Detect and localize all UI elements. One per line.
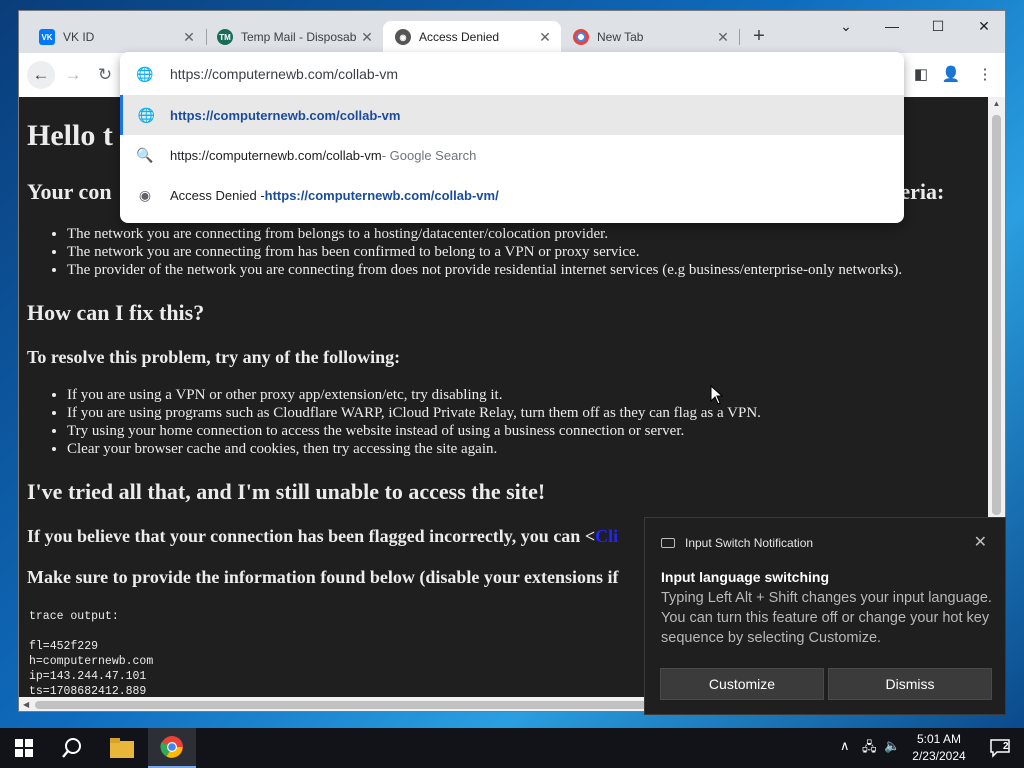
scroll-left-icon[interactable]: ◀ [23,697,29,711]
new-tab-button[interactable]: + [747,25,771,49]
chrome-icon [573,29,589,45]
search-icon: 🔍 [136,146,154,163]
keyboard-icon [661,538,675,548]
chrome-icon [160,736,183,758]
clock-time: 5:01 AM [916,732,962,746]
tab-vk-id[interactable]: VK VK ID ✕ [27,21,205,53]
close-tab-icon[interactable]: ✕ [715,29,731,46]
minimize-button[interactable]: — [869,11,915,41]
suggestion-text: https://computernewb.com/collab-vm [170,147,382,163]
search-button[interactable] [48,728,96,768]
close-icon[interactable]: ✕ [974,532,987,552]
close-tab-icon[interactable]: ✕ [359,29,375,46]
list-item: Try using your home connection to access… [67,422,761,440]
clock-date: 2/23/2024 [912,749,966,763]
trace-output: trace output: fl=452f229 h=computernewb.… [29,610,154,697]
resolve-heading: To resolve this problem, try any of the … [27,347,401,367]
criteria-heading: Your con [27,179,112,204]
list-item: The network you are connecting from has … [67,243,902,261]
notification-app-name: Input Switch Notification [685,536,814,550]
file-explorer-button[interactable] [98,728,146,768]
tab-strip: VK VK ID ✕ TM Temp Mail - Disposab ✕ ◉ A… [19,11,1005,53]
fix-list: If you are using a VPN or other proxy ap… [67,386,761,458]
mouse-cursor-icon [710,385,724,405]
chrome-taskbar-button[interactable] [148,728,196,768]
list-item: Clear your browser cache and cookies, th… [67,440,761,458]
reload-button[interactable]: ↻ [91,61,119,89]
flagged-text: If you believe that your connection has … [27,526,618,547]
omnibox-dropdown: 🌐 https://computernewb.com/collab-vm 🌐 h… [120,52,904,223]
tab-title: Temp Mail - Disposab [241,30,357,44]
notification-body: Typing Left Alt + Shift changes your inp… [661,590,992,646]
input-switch-notification: Input Switch Notification ✕ Input langua… [644,517,1006,715]
globe-icon: 🌐 [137,106,156,123]
contact-link[interactable]: Cli [595,526,618,546]
tempmail-logo-icon: TM [217,29,233,45]
tab-title: Access Denied [419,30,500,44]
page-heading: Hello t [27,119,113,152]
forward-button[interactable]: → [59,61,87,89]
tab-title: New Tab [597,30,644,44]
scroll-up-icon[interactable]: ▲ [988,99,1005,108]
tab-separator [739,29,740,45]
network-icon[interactable]: 🖧 [862,738,877,760]
search-icon [62,738,81,758]
tab-title: VK ID [63,30,95,44]
tried-heading: I've tried all that, and I'm still unabl… [27,479,546,504]
folder-icon [110,738,134,758]
back-button[interactable]: ← [27,61,55,89]
suggestion-text: https://computernewb.com/collab-vm [170,107,401,123]
notification-count-badge: 2 [1003,741,1009,752]
dismiss-button[interactable]: Dismiss [828,668,992,700]
tab-search-dropdown-icon[interactable]: ⌄ [823,11,869,41]
list-item: The network you are connecting from belo… [67,225,902,243]
close-window-button[interactable]: ✕ [961,11,1005,41]
list-item: If you are using a VPN or other proxy ap… [67,386,761,404]
action-center-button[interactable]: 2 [976,728,1024,768]
list-item: The provider of the network you are conn… [67,261,902,279]
customize-button[interactable]: Customize [660,668,824,700]
address-input[interactable]: https://computernewb.com/collab-vm [170,66,398,82]
volume-muted-icon[interactable]: 🔈 [884,738,900,754]
scrollbar-thumb[interactable] [35,701,655,709]
suggestion-url[interactable]: 🌐 https://computernewb.com/collab-vm [120,95,904,135]
windows-logo-icon [15,739,33,757]
criteria-list: The network you are connecting from belo… [67,225,902,279]
provide-info-text: Make sure to provide the information fou… [27,567,619,587]
taskbar: ∧ 🖧 🔈 5:01 AM 2/23/2024 2 [0,728,1024,768]
notification-title: Input language switching [661,569,829,585]
suggestion-search[interactable]: 🔍 https://computernewb.com/collab-vm - G… [120,135,904,175]
scrollbar-thumb[interactable] [992,115,1001,515]
access-denied-favicon-icon: ◉ [395,29,411,45]
list-item: If you are using programs such as Cloudf… [67,404,761,422]
menu-kebab-icon[interactable]: ⋮ [975,65,995,85]
notification-app: Input Switch Notification [661,536,813,550]
start-button[interactable] [0,728,48,768]
close-tab-icon[interactable]: ✕ [181,29,197,46]
close-tab-icon[interactable]: ✕ [537,29,553,46]
tab-new-tab[interactable]: New Tab ✕ [561,21,739,53]
address-bar[interactable]: 🌐 https://computernewb.com/collab-vm [120,54,904,94]
vk-logo-icon: VK [39,29,55,45]
profile-avatar-icon[interactable]: 👤 [941,65,961,85]
suggestion-history[interactable]: ◉ Access Denied - https://computernewb.c… [120,175,904,215]
show-hidden-icons-icon[interactable]: ∧ [840,738,850,754]
flagged-label: If you believe that your connection has … [27,526,596,546]
fix-heading: How can I fix this? [27,300,205,325]
suggestion-suffix: - Google Search [381,147,477,163]
side-panel-icon[interactable]: ◧ [911,65,931,85]
access-denied-favicon-icon: ◉ [138,186,152,203]
maximize-button[interactable]: ☐ [915,11,961,41]
tab-access-denied[interactable]: ◉ Access Denied ✕ [383,21,561,53]
globe-icon: 🌐 [136,65,154,82]
tab-temp-mail[interactable]: TM Temp Mail - Disposab ✕ [205,21,383,53]
suggestion-url-text: https://computernewb.com/collab-vm/ [264,187,499,203]
clock[interactable]: 5:01 AM 2/23/2024 [902,731,976,765]
suggestion-title: Access Denied - [170,187,265,203]
